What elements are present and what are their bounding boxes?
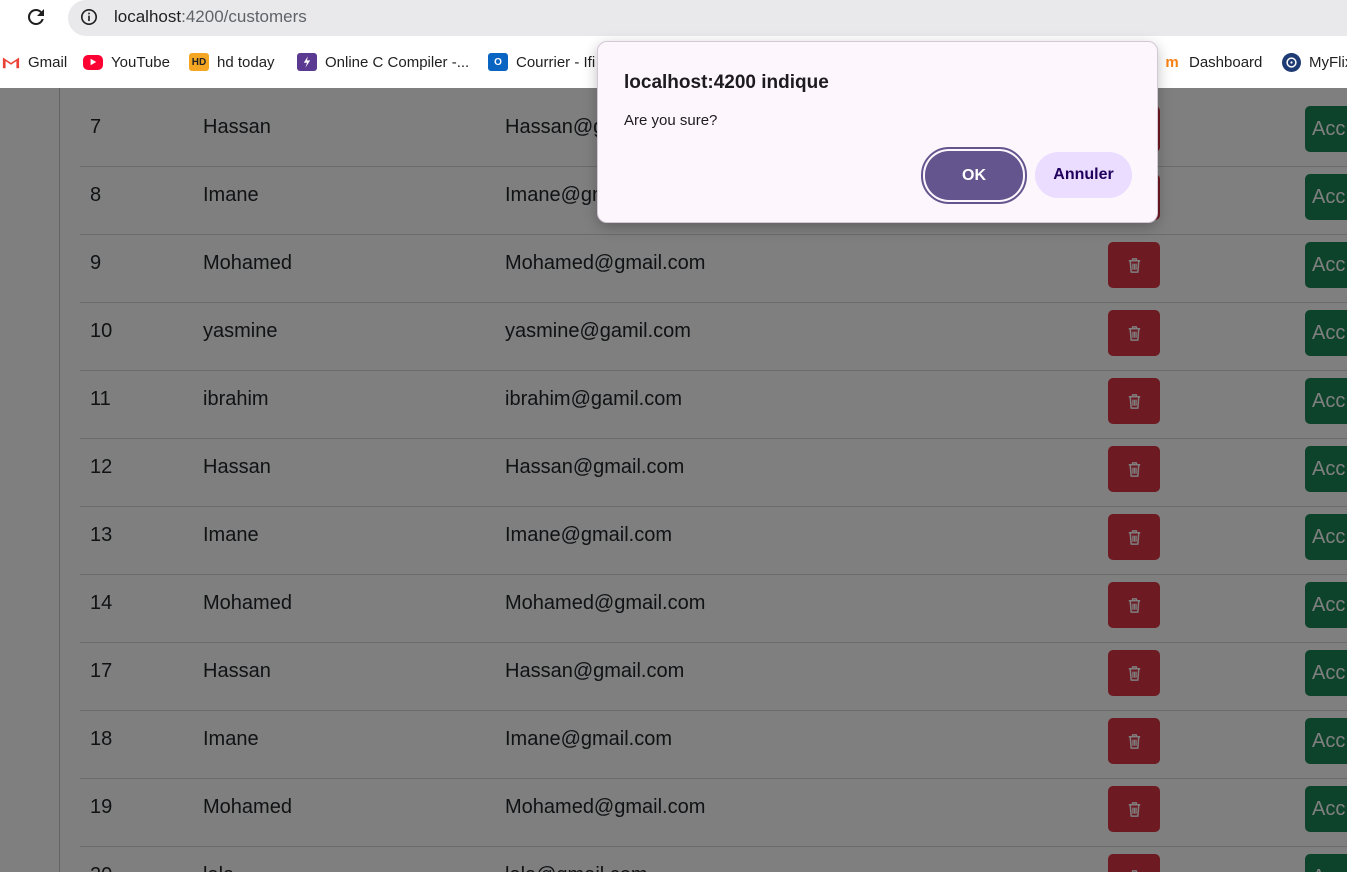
bookmark-gmail[interactable]: Gmail xyxy=(2,50,67,74)
reload-icon[interactable] xyxy=(24,5,48,29)
address-bar: localhost:4200/customers xyxy=(0,0,1347,40)
film-reel-icon xyxy=(1282,52,1301,72)
site-info-icon[interactable] xyxy=(80,8,98,26)
moodle-icon: m xyxy=(1165,53,1179,71)
youtube-icon xyxy=(83,54,103,70)
url-text: localhost:4200/customers xyxy=(114,7,307,26)
dialog-title: localhost:4200 indique xyxy=(624,72,829,93)
ok-button[interactable]: OK xyxy=(921,147,1027,204)
bookmark-courrier[interactable]: O Courrier - Ifi xyxy=(488,50,595,74)
bookmark-dashboard[interactable]: m Dashboard xyxy=(1163,50,1262,74)
gmail-icon xyxy=(2,57,20,69)
confirm-dialog: localhost:4200 indique Are you sure? OK … xyxy=(597,41,1158,223)
cancel-button[interactable]: Annuler xyxy=(1035,152,1132,198)
bookmark-hd-today[interactable]: HD hd today xyxy=(189,50,275,74)
url-field[interactable]: localhost:4200/customers xyxy=(68,0,1347,36)
outlook-icon: O xyxy=(488,53,508,71)
bookmark-youtube[interactable]: YouTube xyxy=(83,50,170,74)
bookmark-online-c-compiler[interactable]: Online C Compiler -... xyxy=(297,50,469,74)
dialog-message: Are you sure? xyxy=(624,112,718,129)
hd-icon: HD xyxy=(189,53,209,71)
bookmark-myflix[interactable]: MyFlix xyxy=(1282,50,1347,74)
bolt-icon xyxy=(297,53,317,71)
ok-button-label: OK xyxy=(925,151,1023,200)
